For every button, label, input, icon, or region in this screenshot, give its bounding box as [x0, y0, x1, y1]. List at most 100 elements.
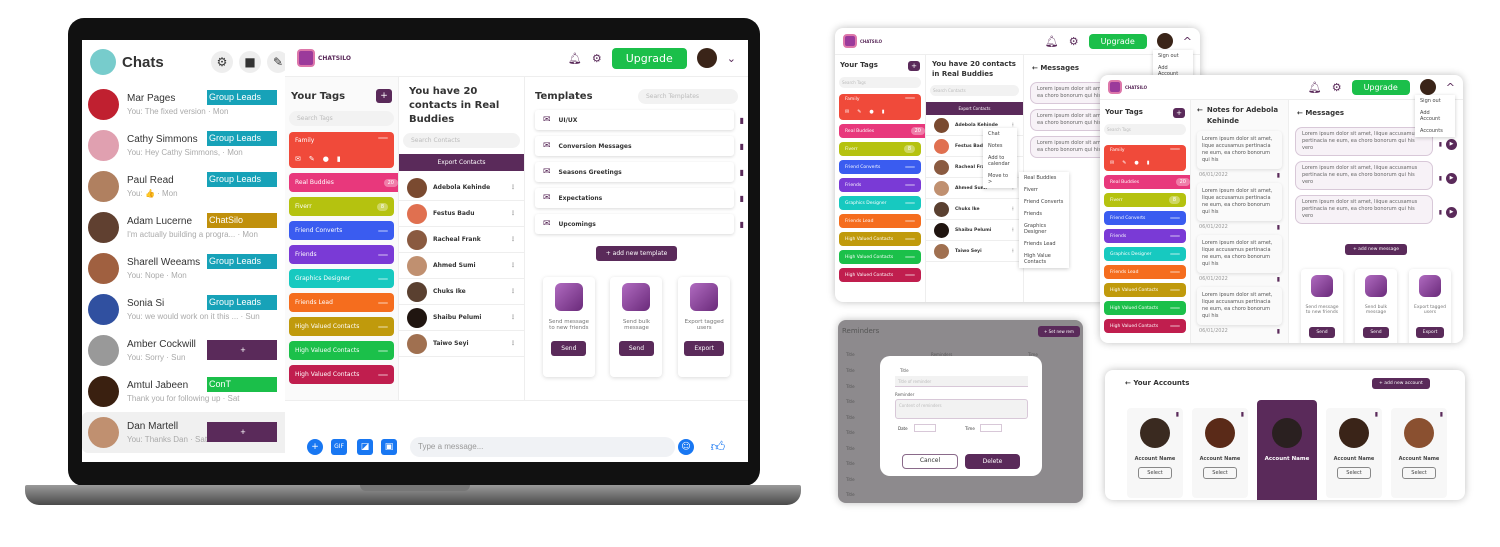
- menu-item[interactable]: Notes: [983, 140, 1017, 152]
- trash-icon[interactable]: ▮: [740, 194, 744, 203]
- action-button[interactable]: Export: [1415, 327, 1445, 338]
- trash-icon[interactable]: ▮: [1277, 224, 1280, 231]
- contact-row[interactable]: Shaibu Pelumi ⋮: [399, 305, 524, 331]
- menu-item[interactable]: Friend Converts: [1019, 196, 1069, 208]
- search-contacts-input[interactable]: Search Contacts: [930, 85, 1019, 96]
- add-tag-button[interactable]: +: [376, 89, 392, 103]
- pencil-icon[interactable]: ✎: [857, 109, 861, 115]
- action-button[interactable]: Export: [684, 341, 724, 356]
- palette-icon[interactable]: ●: [1134, 160, 1138, 166]
- tag-item[interactable]: Family ✉ ✎ ● ▮: [1104, 145, 1186, 171]
- trash-icon[interactable]: ▮: [1440, 411, 1443, 418]
- tag-item[interactable]: Friend Converts: [839, 160, 921, 174]
- trash-icon[interactable]: ▮: [1277, 328, 1280, 335]
- tag-item[interactable]: Family ✉ ✎ ● ▮: [839, 94, 921, 120]
- time-input[interactable]: [980, 424, 1002, 432]
- chat-tag-label[interactable]: Group Leads: [207, 254, 277, 269]
- contact-row[interactable]: Festus Badu ⋮: [399, 201, 524, 227]
- reminder-row-title[interactable]: Title: [846, 477, 855, 482]
- chevron-up-icon[interactable]: ^: [1183, 35, 1192, 48]
- menu-item[interactable]: Add Account: [1415, 107, 1455, 125]
- user-avatar[interactable]: [1156, 33, 1173, 49]
- chat-tag-label[interactable]: ChatSilo: [207, 213, 277, 228]
- more-options-icon[interactable]: ⋮: [510, 236, 516, 243]
- reminder-row-title[interactable]: Title: [846, 399, 855, 404]
- tag-item[interactable]: Family ✉ ✎ ● ▮: [289, 132, 394, 168]
- send-icon[interactable]: ▶: [1446, 206, 1457, 218]
- search-contacts-input[interactable]: Search Contacts: [403, 133, 520, 148]
- template-item[interactable]: ✉ Seasons Greetings: [535, 162, 734, 182]
- pencil-icon[interactable]: ✎: [309, 155, 315, 163]
- chat-row[interactable]: Dan Martell You: Thanks Dan · Sat +: [82, 412, 297, 453]
- more-options-icon[interactable]: ⋮: [510, 288, 516, 295]
- template-item[interactable]: ✉ UI/UX: [535, 110, 734, 130]
- tag-item[interactable]: High Valued Contacts: [289, 365, 394, 384]
- contact-row[interactable]: Chuks Ike ⋮: [399, 279, 524, 305]
- contact-row[interactable]: Racheal Frank ⋮: [399, 227, 524, 253]
- tag-item[interactable]: High Valued Contacts: [839, 250, 921, 264]
- tag-item[interactable]: Friends: [289, 245, 394, 264]
- menu-item[interactable]: Add to calendar: [983, 152, 1017, 170]
- image-icon[interactable]: ▣: [381, 439, 397, 455]
- trash-icon[interactable]: ▮: [882, 109, 885, 115]
- trash-icon[interactable]: ▮: [1375, 411, 1378, 418]
- trash-icon[interactable]: ▮: [740, 142, 744, 151]
- tag-item[interactable]: Graphics Designer: [1104, 247, 1186, 261]
- envelope-icon[interactable]: ✉: [845, 109, 849, 115]
- sticker-icon[interactable]: ◪: [357, 439, 373, 455]
- chat-tag-label[interactable]: +: [207, 422, 277, 442]
- select-account-button[interactable]: Select: [1337, 467, 1371, 479]
- select-account-button[interactable]: Select: [1203, 467, 1237, 479]
- menu-item[interactable]: Sign out: [1415, 95, 1455, 107]
- bell-icon[interactable]: 🔔︎: [1045, 35, 1059, 48]
- note-card[interactable]: Lorem ipsum dolor sit amet, lique accusa…: [1197, 235, 1282, 273]
- trash-icon[interactable]: ▮: [1241, 411, 1244, 418]
- pencil-icon[interactable]: ✎: [1122, 160, 1126, 166]
- tag-item[interactable]: Fiverr 8: [289, 197, 394, 216]
- account-card[interactable]: ▮ Account Name Select: [1127, 408, 1183, 498]
- action-button[interactable]: Send: [1309, 327, 1335, 338]
- more-options-icon[interactable]: ⋮: [510, 314, 516, 321]
- chat-tag-label[interactable]: ConT: [207, 377, 277, 392]
- tag-item[interactable]: High Valued Contacts: [289, 341, 394, 360]
- trash-icon[interactable]: ▮: [1176, 411, 1179, 418]
- template-item[interactable]: ✉ Conversion Messages: [535, 136, 734, 156]
- thumbs-up-icon[interactable]: 👍︎: [710, 439, 726, 455]
- upgrade-button[interactable]: Upgrade: [611, 47, 687, 69]
- account-card[interactable]: ▮ Account Name Select: [1192, 408, 1248, 498]
- gear-icon[interactable]: ⚙: [211, 51, 233, 73]
- more-options-icon[interactable]: ⋮: [1011, 207, 1016, 212]
- chatsilo-logo[interactable]: CHATSILO: [843, 34, 1035, 48]
- add-message-button[interactable]: + add new message: [1344, 244, 1408, 255]
- chat-tag-label[interactable]: Group Leads: [207, 90, 277, 105]
- tag-item[interactable]: Friends Lead: [289, 293, 394, 312]
- trash-icon[interactable]: ▮: [1277, 276, 1280, 283]
- trash-icon[interactable]: ▮: [1277, 172, 1280, 179]
- bell-icon[interactable]: 🔔︎: [568, 52, 582, 65]
- menu-item[interactable]: Chat: [983, 128, 1017, 140]
- account-card[interactable]: ▮ Account Name Select: [1391, 408, 1447, 498]
- set-new-reminder-button[interactable]: + Set new rem: [1038, 326, 1080, 337]
- palette-icon[interactable]: ●: [869, 109, 873, 115]
- palette-icon[interactable]: ●: [323, 155, 329, 163]
- video-icon[interactable]: ■: [239, 51, 261, 73]
- tag-item[interactable]: Real Buddies 20: [839, 124, 925, 138]
- menu-item[interactable]: High Value Contacts: [1019, 250, 1069, 268]
- reminder-row-title[interactable]: Title: [846, 461, 855, 466]
- tag-item[interactable]: Friends Lead: [1104, 265, 1186, 279]
- chat-row[interactable]: Paul Read You: 👍 · Mon Group Leads: [82, 166, 297, 207]
- tag-item[interactable]: Fiverr 8: [1104, 193, 1186, 207]
- chat-tag-label[interactable]: Group Leads: [207, 131, 277, 146]
- tag-item[interactable]: Friend Converts: [289, 221, 394, 240]
- tag-item[interactable]: Friends: [1104, 229, 1186, 243]
- search-tags-input[interactable]: Search Tags: [1104, 124, 1186, 135]
- upgrade-button[interactable]: Upgrade: [1351, 79, 1410, 95]
- search-templates-input[interactable]: Search Templates: [638, 89, 738, 104]
- tag-item[interactable]: Real Buddies 20: [289, 173, 398, 192]
- action-button[interactable]: Send: [1363, 327, 1389, 338]
- template-item[interactable]: ✉ Expectations: [535, 188, 734, 208]
- chatsilo-logo[interactable]: CHATSILO: [297, 49, 558, 67]
- user-avatar[interactable]: [1419, 79, 1436, 95]
- emoji-icon[interactable]: ☺: [678, 439, 694, 455]
- contact-row[interactable]: Chuks Ike ⋮: [926, 199, 1023, 220]
